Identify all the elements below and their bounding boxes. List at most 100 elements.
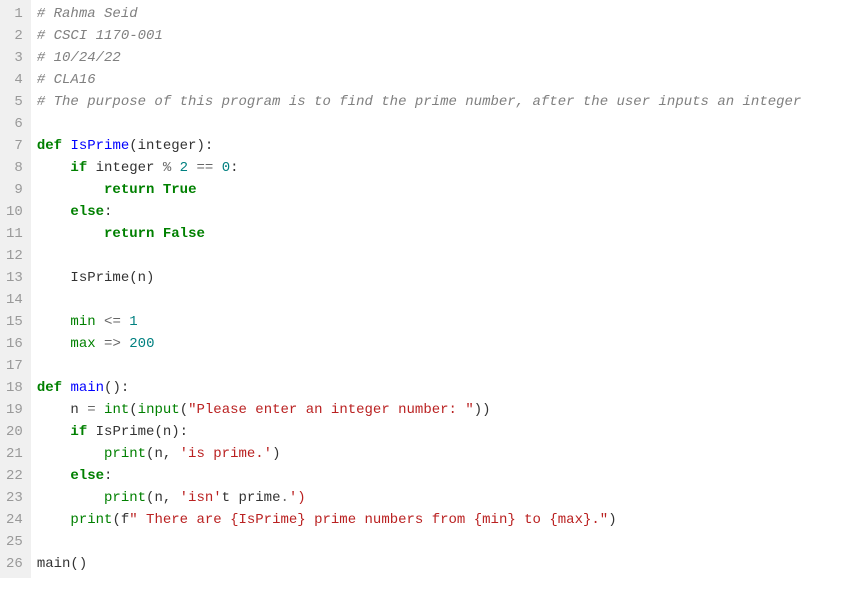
code-line [37, 245, 866, 267]
code-token [213, 160, 221, 176]
code-token: max [70, 336, 95, 352]
code-token: # CLA16 [37, 72, 96, 88]
code-line: def main(): [37, 377, 866, 399]
code-token: = [87, 402, 95, 418]
code-line: n = int(input("Please enter an integer n… [37, 399, 866, 421]
code-token: # The purpose of this program is to find… [37, 94, 802, 110]
code-token: ( [180, 402, 188, 418]
code-token: def [37, 380, 62, 396]
line-number: 19 [6, 399, 23, 421]
line-number: 23 [6, 487, 23, 509]
code-line: main() [37, 553, 866, 575]
code-token: ( [129, 402, 137, 418]
code-line: def IsPrime(integer): [37, 135, 866, 157]
code-token: # 10/24/22 [37, 50, 121, 66]
code-line: # Rahma Seid [37, 3, 866, 25]
code-token [37, 314, 71, 330]
code-token: 200 [129, 336, 154, 352]
code-line: print(n, 'is prime.') [37, 443, 866, 465]
code-token [154, 182, 162, 198]
code-token: % [163, 160, 171, 176]
line-number: 21 [6, 443, 23, 465]
line-number: 6 [6, 113, 23, 135]
code-token: print [70, 512, 112, 528]
code-token: (n, [146, 446, 180, 462]
code-line [37, 531, 866, 553]
code-token [37, 160, 71, 176]
line-number: 2 [6, 25, 23, 47]
code-token: : [230, 160, 238, 176]
code-token: {IsPrime} [230, 512, 306, 528]
code-token: . [280, 490, 288, 506]
line-number: 7 [6, 135, 23, 157]
line-number: 8 [6, 157, 23, 179]
code-line: else: [37, 201, 866, 223]
code-token [37, 204, 71, 220]
line-number: 5 [6, 91, 23, 113]
code-token: else [70, 468, 104, 484]
code-token: (): [104, 380, 129, 396]
code-token [96, 336, 104, 352]
code-token: print [104, 446, 146, 462]
line-number: 22 [6, 465, 23, 487]
code-token [96, 314, 104, 330]
code-token: # CSCI 1170-001 [37, 28, 163, 44]
code-token [171, 160, 179, 176]
line-number: 11 [6, 223, 23, 245]
code-token: to [516, 512, 550, 528]
code-token: False [163, 226, 205, 242]
line-number: 9 [6, 179, 23, 201]
code-token: else [70, 204, 104, 220]
code-line: print(f" There are {IsPrime} prime numbe… [37, 509, 866, 531]
code-token: IsPrime(n): [87, 424, 188, 440]
line-number: 13 [6, 267, 23, 289]
code-line: # CSCI 1170-001 [37, 25, 866, 47]
code-token: n [37, 402, 87, 418]
code-token [37, 182, 104, 198]
code-token: 'is prime.' [180, 446, 272, 462]
code-token: 1 [129, 314, 137, 330]
line-number: 26 [6, 553, 23, 575]
line-number: 10 [6, 201, 23, 223]
code-token [37, 446, 104, 462]
code-line [37, 113, 866, 135]
code-editor-content: # Rahma Seid # CSCI 1170-001 # 10/24/22 # C… [31, 0, 866, 578]
line-number: 16 [6, 333, 23, 355]
line-number: 4 [6, 69, 23, 91]
code-token: "Please enter an integer number: " [188, 402, 474, 418]
code-token: ) [608, 512, 616, 528]
code-token: return [104, 226, 154, 242]
code-line: min <= 1 [37, 311, 866, 333]
code-token: main() [37, 556, 87, 572]
code-token: 2 [180, 160, 188, 176]
code-line: # 10/24/22 [37, 47, 866, 69]
code-line: print(n, 'isn't prime.') [37, 487, 866, 509]
code-token: ) [272, 446, 280, 462]
line-number: 1 [6, 3, 23, 25]
code-token: min [70, 314, 95, 330]
code-token: prime numbers from [306, 512, 474, 528]
code-line: # The purpose of this program is to find… [37, 91, 866, 113]
code-line: return False [37, 223, 866, 245]
code-token: : [104, 204, 112, 220]
line-number: 17 [6, 355, 23, 377]
line-number: 18 [6, 377, 23, 399]
code-line: max => 200 [37, 333, 866, 355]
code-token: t prime [222, 490, 281, 506]
code-token: => [104, 336, 121, 352]
code-token: " There are [129, 512, 230, 528]
code-line: else: [37, 465, 866, 487]
code-token [37, 490, 104, 506]
code-token: main [70, 380, 104, 396]
code-token: (f [112, 512, 129, 528]
line-number: 24 [6, 509, 23, 531]
code-token: input [138, 402, 180, 418]
code-token: : [104, 468, 112, 484]
code-token: return [104, 182, 154, 198]
code-line: if IsPrime(n): [37, 421, 866, 443]
code-line: IsPrime(n) [37, 267, 866, 289]
code-token [121, 336, 129, 352]
code-line: # CLA16 [37, 69, 866, 91]
code-token: print [104, 490, 146, 506]
code-token [37, 226, 104, 242]
